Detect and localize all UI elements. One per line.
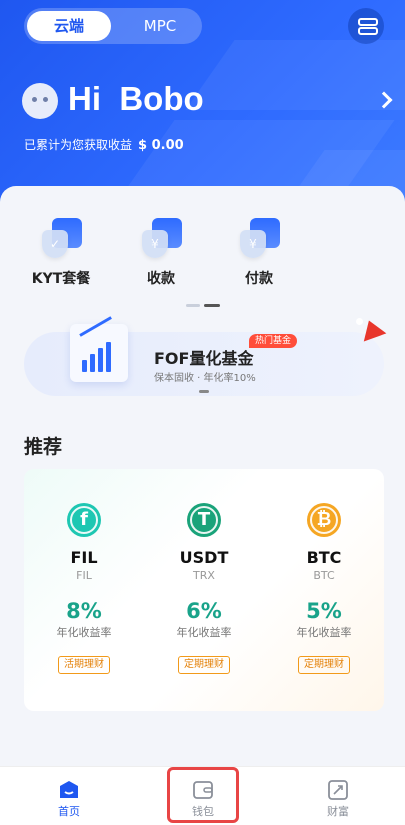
coin-name: USDT [179,548,229,567]
fil-coin-icon: f [67,503,101,537]
kyt-package-icon: ✓ [38,216,84,262]
greeting: Hi Bobo [68,80,204,117]
avatar[interactable] [22,83,58,119]
tab-home[interactable]: 首页 [29,767,109,819]
tab-label: 首页 [58,805,80,818]
pay-icon: ¥ [236,216,282,262]
annual-rate-label: 年化收益率 [296,626,352,639]
fof-banner[interactable]: FOF量化基金 热门基金 保本固收 · 年化率10% [24,316,387,396]
tab-mpc[interactable]: MPC [120,11,200,41]
menu-icon[interactable] [348,8,384,44]
product-card-fil[interactable]: f FIL FIL 8% 年化收益率 活期理财 [24,469,144,674]
banner-title: FOF量化基金 [154,349,254,368]
coin-name: BTC [306,548,342,567]
receive-icon: ¥ [138,216,184,262]
quick-action-label: 收款 [147,271,175,287]
quick-action-label: KYT套餐 [31,271,91,287]
tab-cloud[interactable]: 云端 [27,11,111,41]
annual-rate: 5% [306,599,342,623]
tab-wealth[interactable]: 财富 [298,767,378,819]
product-type-tag: 活期理财 [58,656,110,674]
quick-action-label: 付款 [245,271,273,287]
mode-switch: 云端 MPC [24,8,202,44]
coin-chain: BTC [313,569,335,582]
annual-rate-label: 年化收益率 [176,626,232,639]
santa-hat-icon [352,312,392,342]
section-title-recommend: 推荐 [24,436,63,458]
wealth-icon [327,780,349,800]
btc-coin-icon: ₿ [307,503,341,537]
annual-rate-label: 年化收益率 [56,626,112,639]
banner-subtitle: 保本固收 · 年化率10% [154,373,256,384]
avatar-eye [43,97,48,102]
hot-badge: 热门基金 [249,334,298,348]
tab-label: 财富 [327,805,349,818]
quick-action-pay[interactable]: ¥ 付款 [214,216,304,288]
wallet-tab-highlight [167,767,239,823]
annual-rate: 6% [186,599,222,623]
coin-chain: TRX [193,569,215,582]
banner-indicator [199,390,209,393]
home-icon [58,780,80,800]
chart-illustration-icon [70,316,128,382]
earnings-value: $ 0.00 [138,138,184,153]
earnings-label: 已累计为您获取收益 [24,138,133,152]
quick-action-receive[interactable]: ¥ 收款 [116,216,206,288]
product-card-btc[interactable]: ₿ BTC BTC 5% 年化收益率 定期理财 [264,469,384,674]
earnings-summary: 已累计为您获取收益 $ 0.00 [24,136,184,153]
quick-action-kyt[interactable]: ✓ KYT套餐 [16,216,106,288]
product-card-usdt[interactable]: T USDT TRX 6% 年化收益率 定期理财 [144,469,264,674]
coin-name: FIL [70,548,98,567]
annual-rate: 8% [66,599,102,623]
product-type-tag: 定期理财 [298,656,350,674]
coin-chain: FIL [76,569,92,582]
recommend-panel: f FIL FIL 8% 年化收益率 活期理财 T USDT TRX 6% 年化… [24,469,384,711]
header-hero: 云端 MPC Hi Bobo 已累计为您获取收益 $ 0.00 [0,0,405,215]
main-card: ✓ KYT套餐 ¥ 收款 ¥ 付款 FOF量化基金 热门基金 保本固收 · 年化… [0,186,405,766]
usdt-coin-icon: T [187,503,221,537]
page-indicator [186,304,220,307]
product-type-tag: 定期理财 [178,656,230,674]
hero-decoration [185,40,405,110]
avatar-eye [32,97,37,102]
